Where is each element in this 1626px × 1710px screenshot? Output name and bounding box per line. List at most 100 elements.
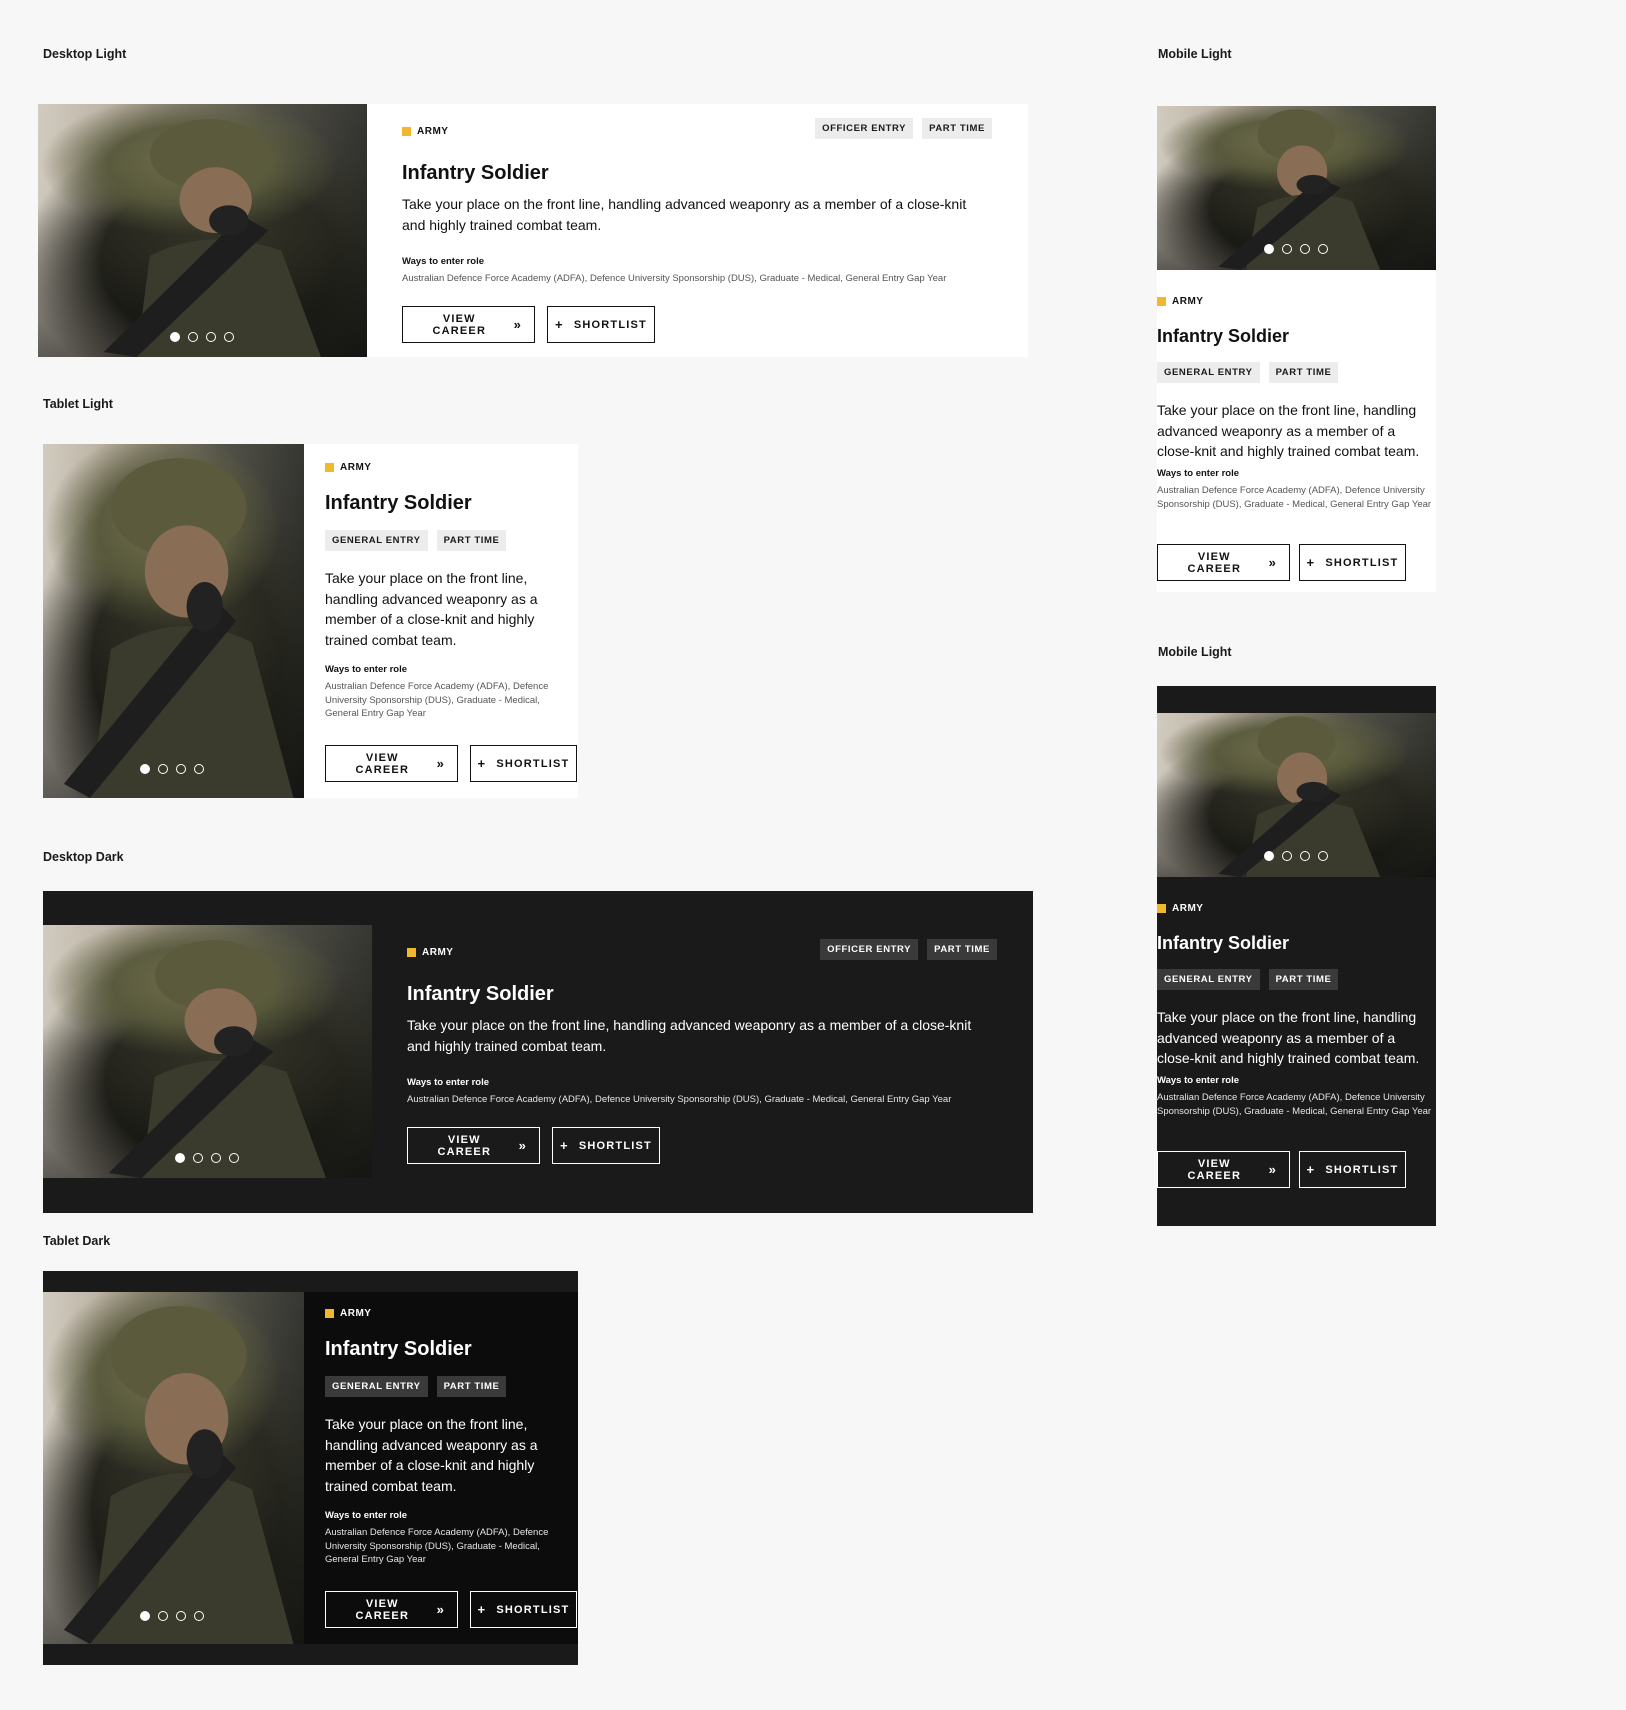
career-title: Infantry Soldier xyxy=(1157,326,1290,346)
shortlist-button[interactable]: + SHORTLIST xyxy=(470,745,577,782)
carousel-dot[interactable] xyxy=(1264,851,1274,861)
carousel-dot[interactable] xyxy=(1282,851,1292,861)
carousel-dots xyxy=(175,1153,239,1163)
carousel-dot[interactable] xyxy=(176,764,186,774)
double-chevron-right-icon: » xyxy=(513,317,522,332)
branch-label: ARMY xyxy=(402,126,448,137)
double-chevron-right-icon: » xyxy=(1268,555,1277,570)
career-card-tablet-dark: ARMY Infantry Soldier GENERAL ENTRY PART… xyxy=(43,1271,578,1665)
shortlist-label: SHORTLIST xyxy=(1325,556,1399,569)
carousel-dot[interactable] xyxy=(170,332,180,342)
tag-officer-entry: OFFICER ENTRY xyxy=(820,939,919,960)
plus-icon: + xyxy=(560,1138,569,1153)
carousel-dot[interactable] xyxy=(158,764,168,774)
action-buttons: VIEW CAREER » + SHORTLIST xyxy=(407,1127,660,1164)
ways-to-enter-label: Ways to enter role xyxy=(325,1510,408,1521)
ways-to-enter-value: Australian Defence Force Academy (ADFA),… xyxy=(1157,1092,1432,1117)
carousel-dot[interactable] xyxy=(211,1153,221,1163)
shortlist-button[interactable]: + SHORTLIST xyxy=(552,1127,660,1164)
carousel-dot[interactable] xyxy=(1300,851,1310,861)
carousel-dots xyxy=(170,332,234,342)
plus-icon: + xyxy=(477,1602,487,1617)
soldier-illustration xyxy=(103,119,321,357)
tag-officer-entry: OFFICER ENTRY xyxy=(815,118,914,139)
carousel-dot[interactable] xyxy=(229,1153,239,1163)
branch-label: ARMY xyxy=(1157,903,1203,914)
soldier-illustration xyxy=(108,940,326,1178)
carousel-dot[interactable] xyxy=(194,1611,204,1621)
view-career-button[interactable]: VIEW CAREER » xyxy=(407,1127,540,1164)
career-card-mobile-dark: ARMY Infantry Soldier GENERAL ENTRY PART… xyxy=(1157,686,1436,1226)
career-title: Infantry Soldier xyxy=(325,1338,472,1360)
carousel-dot[interactable] xyxy=(1282,244,1292,254)
tag-list: OFFICER ENTRY PART TIME xyxy=(820,939,997,960)
view-career-button[interactable]: VIEW CAREER » xyxy=(402,306,535,343)
soldier-illustration xyxy=(63,1306,294,1644)
double-chevron-right-icon: » xyxy=(436,1602,445,1617)
branch-text: ARMY xyxy=(1172,296,1204,307)
soldier-photo xyxy=(38,104,367,357)
branch-text: ARMY xyxy=(417,126,449,137)
shortlist-button[interactable]: + SHORTLIST xyxy=(1299,1151,1406,1188)
carousel-dot[interactable] xyxy=(188,332,198,342)
carousel-dot[interactable] xyxy=(140,1611,150,1621)
tag-general-entry: GENERAL ENTRY xyxy=(325,530,428,551)
carousel-dot[interactable] xyxy=(1300,244,1310,254)
variant-label-desktop-light: Desktop Light xyxy=(43,47,127,61)
view-career-button[interactable]: VIEW CAREER » xyxy=(1157,1151,1290,1188)
square-icon xyxy=(1157,904,1166,913)
variant-label-desktop-dark: Desktop Dark xyxy=(43,850,124,864)
shortlist-label: SHORTLIST xyxy=(496,1603,570,1616)
carousel-dots xyxy=(140,764,204,774)
career-card-desktop-light: ARMY OFFICER ENTRY PART TIME Infantry So… xyxy=(38,104,1028,357)
view-career-label: VIEW CAREER xyxy=(1187,1157,1242,1182)
shortlist-button[interactable]: + SHORTLIST xyxy=(470,1591,577,1628)
view-career-button[interactable]: VIEW CAREER » xyxy=(325,745,458,782)
action-buttons: VIEW CAREER » + SHORTLIST xyxy=(325,1591,577,1628)
career-card-desktop-dark: ARMY OFFICER ENTRY PART TIME Infantry So… xyxy=(43,891,1033,1213)
carousel-dot[interactable] xyxy=(158,1611,168,1621)
variant-label-tablet-light: Tablet Light xyxy=(43,397,113,411)
career-title: Infantry Soldier xyxy=(325,492,472,514)
shortlist-label: SHORTLIST xyxy=(578,1139,652,1152)
variant-label-mobile-light: Mobile Light xyxy=(1158,47,1232,61)
ways-to-enter-value: Australian Defence Force Academy (ADFA),… xyxy=(402,273,947,284)
branch-label: ARMY xyxy=(325,1308,371,1319)
branch-label: ARMY xyxy=(325,462,371,473)
plus-icon: + xyxy=(477,756,487,771)
carousel-dot[interactable] xyxy=(224,332,234,342)
carousel-dots xyxy=(1264,244,1328,254)
carousel-dot[interactable] xyxy=(193,1153,203,1163)
career-title: Infantry Soldier xyxy=(1157,933,1290,953)
view-career-button[interactable]: VIEW CAREER » xyxy=(1157,544,1290,581)
plus-icon: + xyxy=(555,317,564,332)
shortlist-label: SHORTLIST xyxy=(573,318,647,331)
carousel-dot[interactable] xyxy=(176,1611,186,1621)
carousel-dot[interactable] xyxy=(194,764,204,774)
view-career-button[interactable]: VIEW CAREER » xyxy=(325,1591,458,1628)
career-description: Take your place on the front line, handl… xyxy=(1157,1009,1420,1066)
soldier-photo xyxy=(43,1292,304,1644)
soldier-illustration xyxy=(63,458,294,798)
branch-text: ARMY xyxy=(422,947,454,958)
ways-to-enter-value: Australian Defence Force Academy (ADFA),… xyxy=(1157,485,1432,510)
carousel-dot[interactable] xyxy=(175,1153,185,1163)
square-icon xyxy=(402,127,411,136)
shortlist-label: SHORTLIST xyxy=(496,757,570,770)
carousel-dot[interactable] xyxy=(140,764,150,774)
shortlist-button[interactable]: + SHORTLIST xyxy=(1299,544,1406,581)
tag-general-entry: GENERAL ENTRY xyxy=(325,1376,428,1397)
tag-part-time: PART TIME xyxy=(436,1376,507,1397)
branch-label: ARMY xyxy=(1157,296,1203,307)
square-icon xyxy=(325,1309,334,1318)
tag-general-entry: GENERAL ENTRY xyxy=(1157,969,1260,990)
carousel-dot[interactable] xyxy=(1264,244,1274,254)
carousel-dot[interactable] xyxy=(206,332,216,342)
tag-part-time: PART TIME xyxy=(1268,362,1339,383)
action-buttons: VIEW CAREER » + SHORTLIST xyxy=(325,745,577,782)
carousel-dot[interactable] xyxy=(1318,851,1328,861)
shortlist-button[interactable]: + SHORTLIST xyxy=(547,306,655,343)
career-description: Take your place on the front line, handl… xyxy=(402,196,967,233)
carousel-dot[interactable] xyxy=(1318,244,1328,254)
ways-to-enter-label: Ways to enter role xyxy=(407,1077,490,1088)
